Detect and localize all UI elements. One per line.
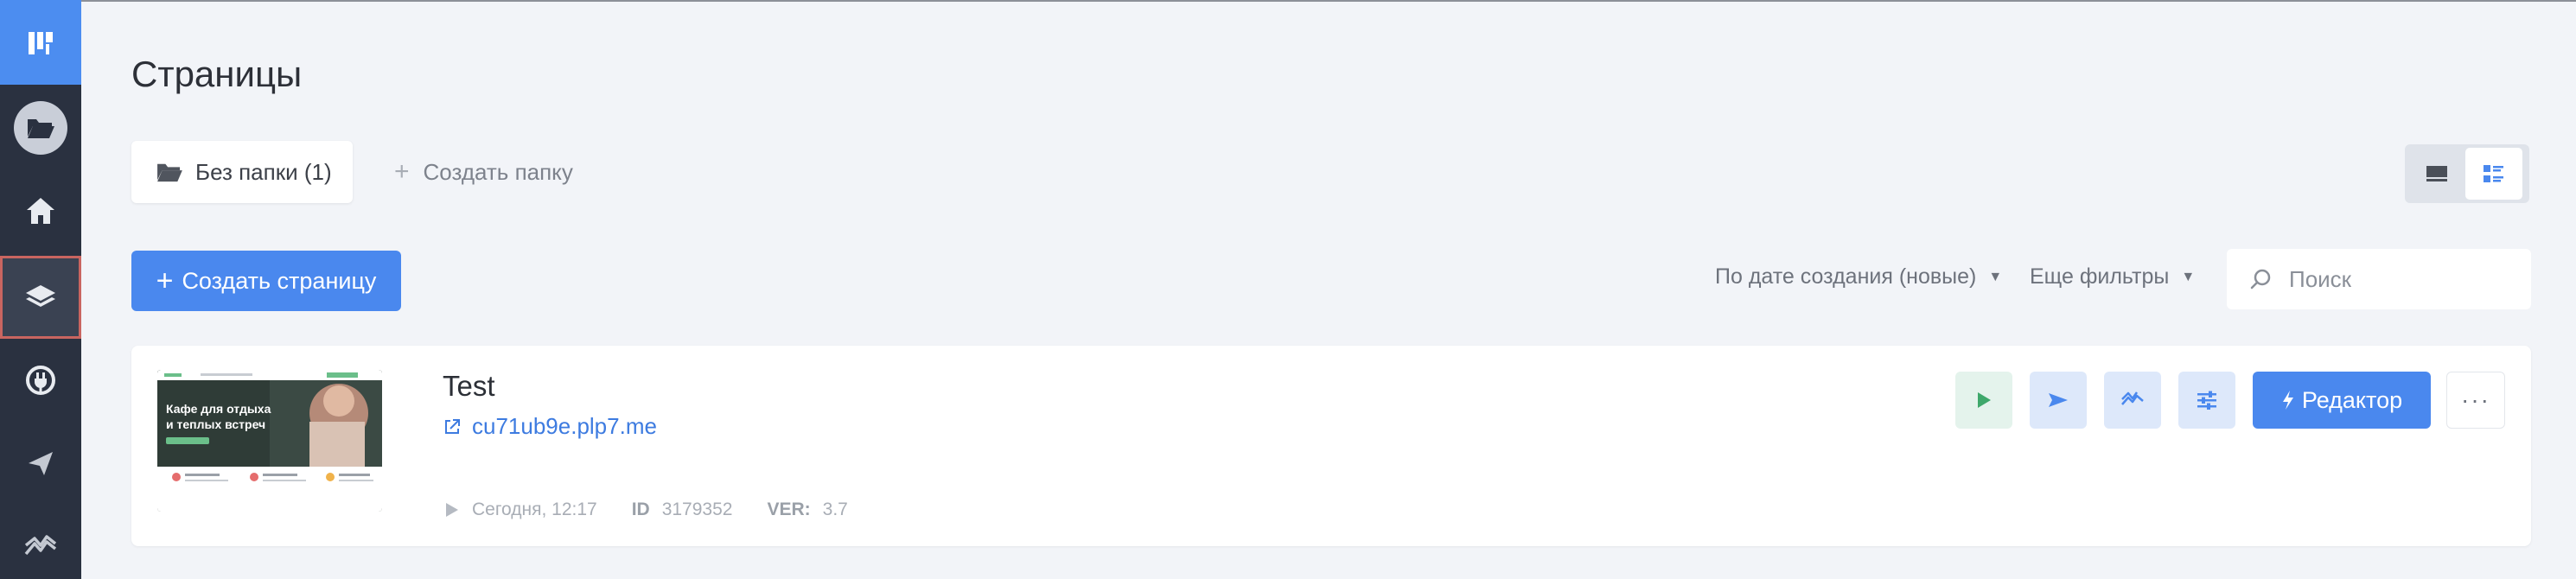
search-input[interactable] [2289,265,2514,293]
analytics-button[interactable] [2104,372,2161,429]
publish-button[interactable] [1955,372,2012,429]
page-id-label: ID [631,499,650,519]
sidebar-item-home[interactable] [0,169,81,252]
page-date: Сегодня, 12:17 [472,499,597,519]
sidebar-item-folders[interactable] [0,86,81,169]
sidebar-item-send[interactable] [0,422,81,505]
analytics-icon [24,535,57,556]
external-link-icon [445,418,460,434]
folder-open-icon [157,163,182,182]
editor-label: Редактор [2301,386,2403,413]
home-icon [27,198,54,224]
page-title: Страницы [131,54,303,94]
folder-tab-no-folder[interactable]: Без папки (1) [131,141,353,203]
page-id-value: 3179352 [661,499,733,519]
more-options-button[interactable]: ··· [2446,372,2505,429]
more-filters-dropdown[interactable]: Еще фильтры ▼ [2030,264,2195,290]
sidebar-item-pages[interactable] [0,256,81,339]
list-view-button[interactable] [2465,148,2522,200]
page-domain-link[interactable]: cu71ub9e.plp7.me [443,413,657,440]
caret-down-icon: ▼ [2181,269,2196,284]
grid-view-button[interactable] [2408,148,2465,200]
play-icon [446,503,458,517]
analytics-icon [2121,391,2144,405]
create-folder-label: Создать папку [423,158,573,185]
create-page-button[interactable]: + Создать страницу [131,251,401,311]
layers-icon [26,285,55,307]
sidebar-item-analytics[interactable] [0,505,81,579]
settings-button[interactable] [2178,372,2235,429]
view-mode-toggle [2405,144,2529,203]
sidebar [0,0,81,579]
sort-dropdown[interactable]: По дате создания (новые) ▼ [1715,264,2002,290]
send-button[interactable] [2030,372,2087,429]
integration-icon [26,366,55,395]
send-icon [2049,393,2068,407]
more-filters-label: Еще фильтры [2030,264,2170,289]
search-box [2227,249,2531,309]
plus-icon: + [156,264,174,297]
page-meta: Сегодня, 12:17 ID 3179352 VER: 3.7 [444,499,848,520]
grid-view-icon [2426,166,2447,181]
more-options-icon: ··· [2461,386,2490,413]
create-folder-button[interactable]: + Создать папку [394,141,573,203]
page-ver-value: 3.7 [822,499,848,519]
page-card: Кафе для отдыха и теплых встреч Test cu7… [131,346,2531,546]
page-ver-label: VER: [767,499,811,519]
page-domain: cu71ub9e.plp7.me [472,413,657,439]
create-page-label: Создать страницу [182,267,377,294]
folder-tab-label: Без папки (1) [195,158,332,185]
thumbnail-heading-line2: и теплых встреч [166,417,265,431]
list-view-icon [2484,165,2503,182]
page-name[interactable]: Test [443,370,495,403]
send-icon [29,452,53,475]
thumbnail-heading-line1: Кафе для отдыха [166,402,271,416]
play-icon [1978,392,1991,408]
folder-icon [14,101,67,155]
caret-down-icon: ▼ [1988,269,2003,284]
sort-label: По дате создания (новые) [1715,264,1977,289]
plus-icon: + [394,157,410,186]
lp-logo-icon[interactable] [0,0,81,85]
top-border [0,0,2576,2]
lightning-icon [2282,391,2293,410]
search-icon [2250,269,2271,290]
sidebar-item-integrations[interactable] [0,339,81,422]
editor-button[interactable]: Редактор [2253,372,2431,429]
page-thumbnail[interactable]: Кафе для отдыха и теплых встреч [157,370,382,512]
sliders-icon [2197,391,2216,410]
